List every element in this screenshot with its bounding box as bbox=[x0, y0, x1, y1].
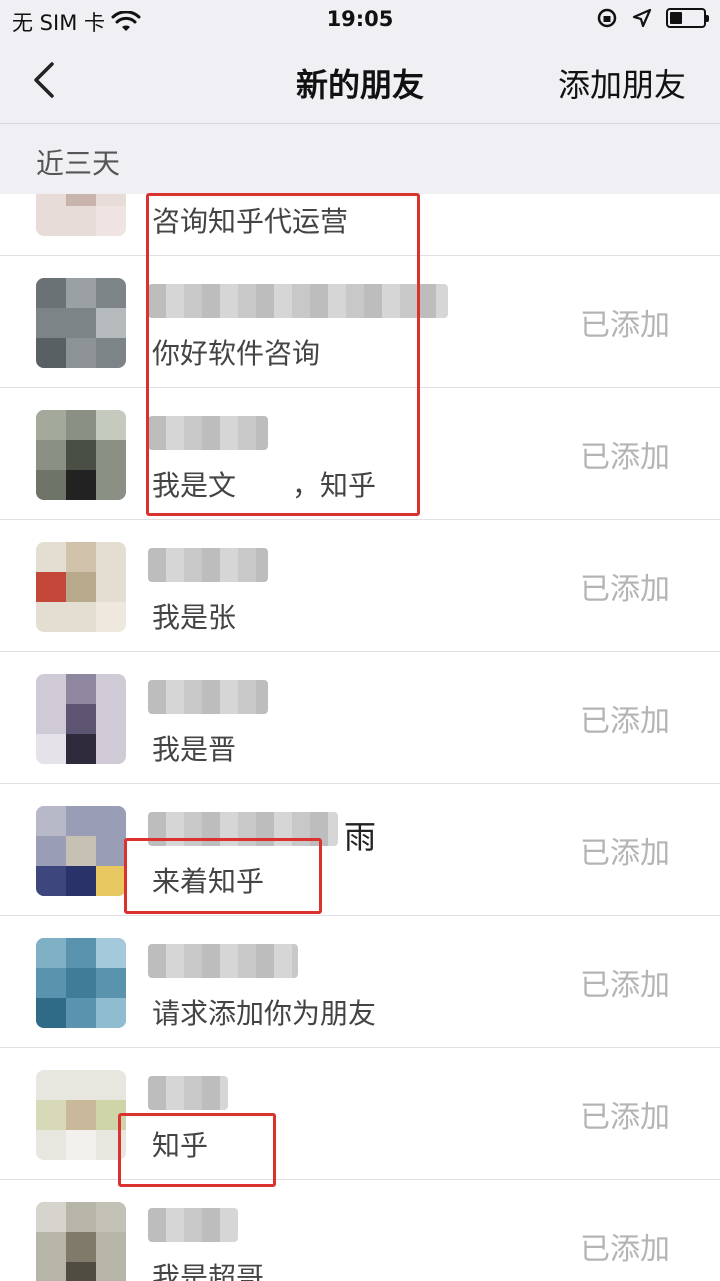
list-item[interactable]: 知乎 已添加 bbox=[0, 1048, 720, 1180]
battery-icon bbox=[666, 8, 709, 28]
added-status: 已添加 bbox=[580, 308, 670, 343]
name-redacted bbox=[148, 1076, 228, 1110]
navigation-bar: 新的朋友 添加朋友 bbox=[0, 40, 720, 124]
avatar bbox=[36, 410, 126, 500]
avatar bbox=[36, 1202, 126, 1281]
section-label: 近三天 bbox=[36, 147, 121, 180]
status-bar: 无 SIM 卡 19:05 bbox=[0, 0, 720, 40]
name-visible-fragment: 雨 bbox=[344, 818, 377, 856]
added-status: 已添加 bbox=[580, 1100, 670, 1135]
avatar bbox=[36, 194, 126, 236]
avatar bbox=[36, 674, 126, 764]
avatar bbox=[36, 542, 126, 632]
added-status: 已添加 bbox=[580, 1232, 670, 1267]
added-status: 已添加 bbox=[580, 968, 670, 1003]
avatar bbox=[36, 278, 126, 368]
list-item[interactable]: 我是张 已添加 bbox=[0, 520, 720, 652]
added-status: 已添加 bbox=[580, 704, 670, 739]
added-status: 已添加 bbox=[580, 440, 670, 475]
highlight-box bbox=[124, 838, 322, 914]
added-status: 已添加 bbox=[580, 836, 670, 871]
name-redacted bbox=[148, 548, 268, 582]
add-friend-button[interactable]: 添加朋友 bbox=[558, 60, 686, 106]
request-message: 请求添加你为朋友 bbox=[152, 997, 377, 1030]
highlight-box bbox=[118, 1113, 276, 1187]
list-item[interactable]: 请求添加你为朋友 已添加 bbox=[0, 916, 720, 1048]
highlight-box bbox=[146, 193, 420, 516]
request-message: 我是张 bbox=[152, 601, 237, 634]
name-redacted bbox=[148, 1208, 238, 1242]
avatar bbox=[36, 1070, 126, 1160]
list-item[interactable]: 雨 来着知乎 已添加 bbox=[0, 784, 720, 916]
name-redacted bbox=[148, 680, 268, 714]
added-status: 已添加 bbox=[580, 572, 670, 607]
rotation-lock-icon bbox=[597, 8, 617, 28]
request-message: 我是超哥 bbox=[152, 1261, 265, 1281]
avatar bbox=[36, 938, 126, 1028]
avatar bbox=[36, 806, 126, 896]
list-item[interactable]: 我是晋 已添加 bbox=[0, 652, 720, 784]
location-icon bbox=[632, 8, 652, 28]
section-header: 近三天 bbox=[0, 124, 720, 194]
list-item[interactable]: 我是超哥 已添加 bbox=[0, 1180, 720, 1281]
request-message: 我是晋 bbox=[152, 733, 237, 766]
name-redacted bbox=[148, 944, 298, 978]
